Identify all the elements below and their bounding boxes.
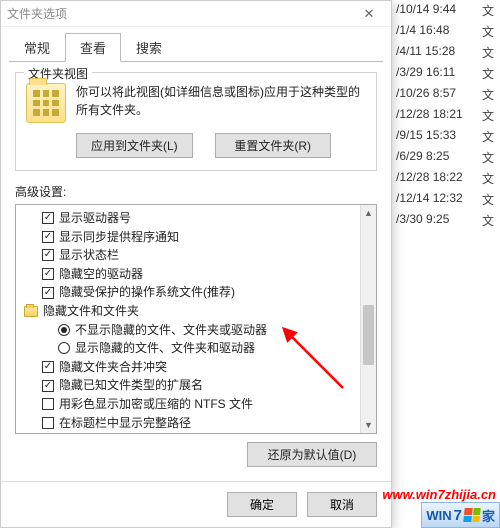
- list-item-label: 隐藏已知文件类型的扩展名: [59, 376, 203, 395]
- advanced-settings-label: 高级设置:: [15, 183, 377, 200]
- windows-flag-icon: [463, 508, 480, 522]
- list-item[interactable]: 显示驱动器号: [18, 209, 374, 228]
- dialog-title: 文件夹选项: [7, 5, 67, 22]
- list-item-label: 隐藏文件夹合并冲突: [59, 358, 167, 377]
- reset-folders-button[interactable]: 重置文件夹(R): [215, 133, 331, 158]
- checkbox[interactable]: [42, 398, 54, 410]
- folder-view-group: 文件夹视图 你可以将此视图(如详细信息或图标)应用于这种类型的所有文件夹。 应用…: [15, 72, 377, 171]
- background-file-list: /10/14 9:44文/1/4 16:48文/4/11 15:28文/3/29…: [392, 0, 500, 231]
- advanced-settings-list[interactable]: 显示驱动器号显示同步提供程序通知显示状态栏隐藏空的驱动器隐藏受保护的操作系统文件…: [15, 204, 377, 434]
- checkbox[interactable]: [42, 231, 54, 243]
- cancel-button[interactable]: 取消: [307, 492, 377, 517]
- checkbox[interactable]: [42, 249, 54, 261]
- background-row: /10/26 8:57文: [392, 84, 500, 105]
- list-item[interactable]: 显示状态栏: [18, 246, 374, 265]
- list-item-label: 隐藏文件和文件夹: [43, 302, 139, 321]
- list-item-label: 显示状态栏: [59, 246, 119, 265]
- folder-icon: [26, 83, 66, 123]
- checkbox[interactable]: [42, 380, 54, 392]
- checkbox[interactable]: [42, 287, 54, 299]
- scroll-thumb[interactable]: [363, 305, 374, 365]
- tab-view[interactable]: 查看: [65, 33, 121, 62]
- logo-win: WIN: [426, 508, 451, 523]
- titlebar: 文件夹选项 ✕: [1, 1, 391, 27]
- list-item[interactable]: 隐藏空的驱动器: [18, 265, 374, 284]
- list-item[interactable]: 在标题栏中显示完整路径: [18, 414, 374, 433]
- tab-search[interactable]: 搜索: [121, 33, 177, 62]
- restore-defaults-button[interactable]: 还原为默认值(D): [247, 442, 377, 467]
- list-item-label: 在标题栏中显示完整路径: [59, 414, 191, 433]
- folder-options-dialog: 文件夹选项 ✕ 常规 查看 搜索 文件夹视图 你可以将此视图(如详细信息或图标)…: [0, 0, 392, 528]
- close-icon[interactable]: ✕: [353, 6, 385, 22]
- background-row: /12/28 18:22文: [392, 168, 500, 189]
- list-item[interactable]: 隐藏已知文件类型的扩展名: [18, 376, 374, 395]
- folder-icon: [24, 306, 38, 317]
- radio[interactable]: [58, 342, 70, 354]
- list-item[interactable]: 不显示隐藏的文件、文件夹或驱动器: [18, 321, 374, 340]
- list-item-label: 不显示隐藏的文件、文件夹或驱动器: [75, 321, 267, 340]
- list-item[interactable]: 显示同步提供程序通知: [18, 228, 374, 247]
- logo-seven: 7: [454, 507, 462, 524]
- scroll-up-icon[interactable]: ▲: [361, 205, 376, 221]
- list-item-label: 在单独的进程中打开文件夹窗口: [59, 432, 227, 434]
- list-item[interactable]: 隐藏受保护的操作系统文件(推荐): [18, 283, 374, 302]
- dialog-buttons: 确定 取消: [1, 481, 391, 527]
- background-row: /6/29 8:25文: [392, 147, 500, 168]
- list-item-label: 用彩色显示加密或压缩的 NTFS 文件: [59, 395, 253, 414]
- background-row: /9/15 15:33文: [392, 126, 500, 147]
- list-item-label: 隐藏空的驱动器: [59, 265, 143, 284]
- folder-view-desc: 你可以将此视图(如详细信息或图标)应用于这种类型的所有文件夹。: [76, 83, 366, 123]
- tabstrip: 常规 查看 搜索: [1, 27, 391, 62]
- watermark-text: www.win7zhijia.cn: [382, 487, 496, 502]
- scroll-down-icon[interactable]: ▼: [361, 417, 376, 433]
- list-item-label: 隐藏受保护的操作系统文件(推荐): [59, 283, 235, 302]
- background-row: /3/30 9:25文: [392, 210, 500, 231]
- list-item-label: 显示隐藏的文件、文件夹和驱动器: [75, 339, 255, 358]
- background-row: /12/28 18:21文: [392, 105, 500, 126]
- checkbox[interactable]: [42, 361, 54, 373]
- apply-to-folders-button[interactable]: 应用到文件夹(L): [76, 133, 193, 158]
- tab-content: 文件夹视图 你可以将此视图(如详细信息或图标)应用于这种类型的所有文件夹。 应用…: [1, 62, 391, 471]
- background-row: /4/11 15:28文: [392, 42, 500, 63]
- background-row: /1/4 16:48文: [392, 21, 500, 42]
- ok-button[interactable]: 确定: [227, 492, 297, 517]
- logo-jia: 家: [482, 506, 495, 525]
- list-item[interactable]: 在单独的进程中打开文件夹窗口: [18, 432, 374, 434]
- scrollbar[interactable]: ▲ ▼: [360, 205, 376, 433]
- radio[interactable]: [58, 324, 70, 336]
- list-item[interactable]: 显示隐藏的文件、文件夹和驱动器: [18, 339, 374, 358]
- list-item-label: 显示同步提供程序通知: [59, 228, 179, 247]
- list-item[interactable]: 隐藏文件和文件夹: [18, 302, 374, 321]
- list-item-label: 显示驱动器号: [59, 209, 131, 228]
- list-item[interactable]: 用彩色显示加密或压缩的 NTFS 文件: [18, 395, 374, 414]
- list-item[interactable]: 隐藏文件夹合并冲突: [18, 358, 374, 377]
- tab-general[interactable]: 常规: [9, 33, 65, 62]
- background-row: /3/29 16:11文: [392, 63, 500, 84]
- background-row: /10/14 9:44文: [392, 0, 500, 21]
- win7-logo: WIN 7 家: [421, 502, 500, 528]
- background-row: /12/14 12:32文: [392, 189, 500, 210]
- checkbox[interactable]: [42, 268, 54, 280]
- checkbox[interactable]: [42, 212, 54, 224]
- checkbox[interactable]: [42, 417, 54, 429]
